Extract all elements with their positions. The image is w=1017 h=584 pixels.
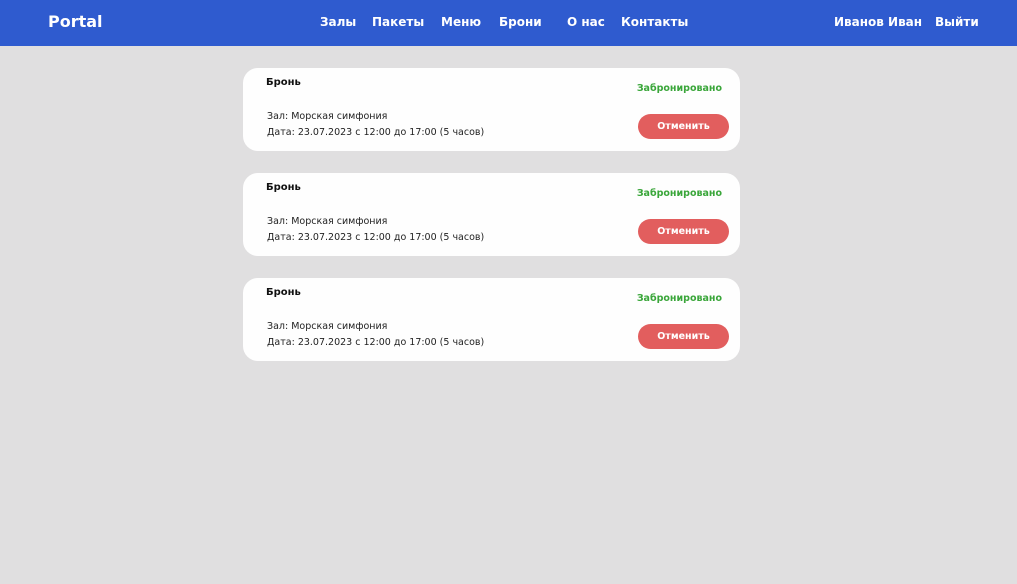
- booking-card: Бронь Забронировано Зал: Морская симфони…: [243, 68, 740, 151]
- booking-hall: Зал: Морская симфония: [267, 111, 388, 122]
- booking-status: Забронировано: [636, 83, 722, 94]
- booking-title: Бронь: [266, 287, 301, 298]
- nav-link-packages[interactable]: Пакеты: [372, 14, 424, 30]
- top-navbar: Portal Залы Пакеты Меню Брони О нас Конт…: [0, 0, 1017, 46]
- nav-link-bookings[interactable]: Брони: [499, 14, 542, 30]
- logout-link[interactable]: Выйти: [935, 14, 979, 30]
- user-name-link[interactable]: Иванов Иван: [834, 14, 922, 30]
- nav-link-about[interactable]: О нас: [567, 14, 605, 30]
- booking-status: Забронировано: [636, 293, 722, 304]
- brand-logo[interactable]: Portal: [48, 12, 103, 32]
- booking-card: Бронь Забронировано Зал: Морская симфони…: [243, 278, 740, 361]
- booking-date: Дата: 23.07.2023 с 12:00 до 17:00 (5 час…: [267, 127, 485, 138]
- booking-hall: Зал: Морская симфония: [267, 216, 388, 227]
- booking-date: Дата: 23.07.2023 с 12:00 до 17:00 (5 час…: [267, 232, 485, 243]
- cancel-button[interactable]: Отменить: [638, 114, 729, 139]
- nav-link-contacts[interactable]: Контакты: [621, 14, 688, 30]
- booking-date: Дата: 23.07.2023 с 12:00 до 17:00 (5 час…: [267, 337, 485, 348]
- booking-card: Бронь Забронировано Зал: Морская симфони…: [243, 173, 740, 256]
- booking-status: Забронировано: [636, 188, 722, 199]
- nav-link-halls[interactable]: Залы: [320, 14, 356, 30]
- booking-hall: Зал: Морская симфония: [267, 321, 388, 332]
- booking-title: Бронь: [266, 77, 301, 88]
- cancel-button[interactable]: Отменить: [638, 219, 729, 244]
- nav-link-menu[interactable]: Меню: [441, 14, 481, 30]
- cancel-button[interactable]: Отменить: [638, 324, 729, 349]
- booking-title: Бронь: [266, 182, 301, 193]
